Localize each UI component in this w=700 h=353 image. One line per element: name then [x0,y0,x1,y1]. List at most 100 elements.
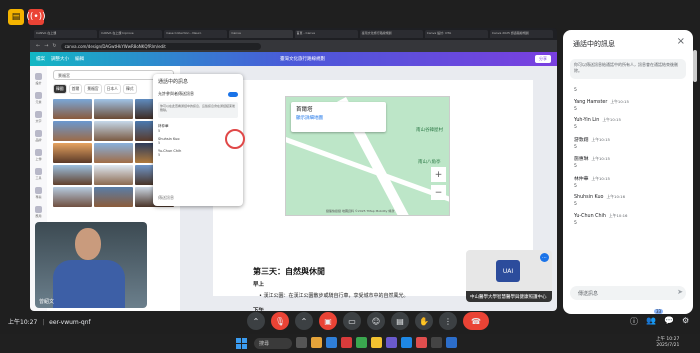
browser-tab[interactable]: CANVA 在上課 Inprove [99,30,163,38]
chat-input[interactable]: 傳送訊息 [570,286,686,300]
browser-tab[interactable]: Case Collection - Neuro [164,30,228,38]
chat-icon[interactable]: 💬 [664,316,674,327]
photo-thumbnail[interactable] [94,143,133,163]
explorer-icon[interactable] [311,337,322,348]
task-view-icon[interactable] [296,337,307,348]
captions-icon[interactable]: ▭ [343,312,361,330]
app-icon[interactable] [431,337,442,348]
photo-thumbnail[interactable] [53,165,92,185]
start-icon[interactable] [236,338,247,349]
sidebar-label: 應用 [35,214,42,218]
message-text: 5 [574,125,577,130]
upload-icon[interactable] [35,149,42,156]
browser-tab[interactable]: Canva [229,30,293,38]
taskbar-search[interactable]: 搜尋 [254,338,292,349]
camera-off-icon[interactable]: ▣ [319,312,337,330]
more-options-icon[interactable]: ⋮ [439,312,457,330]
url-field[interactable]: canva.com/design/DAGwtHkYWwR8oNKQfRlm/ed… [60,42,261,50]
tools-icon[interactable] [35,168,42,175]
message-time: 上午10:15 [591,156,610,161]
elements-icon[interactable] [35,92,42,99]
system-clock[interactable]: 上午 10:27 2025/7/21 [656,337,679,349]
chat-message: Yang Hamster 上午10:15 5 [574,99,686,112]
speaker-tile[interactable]: 曾紹文 [35,222,147,308]
menu-edit[interactable]: 編輯 [75,56,84,62]
word-icon[interactable] [401,337,412,348]
message-time: 上午10:16 [608,212,628,218]
sender-name: 游敦翔 [574,137,589,143]
photo-thumbnail[interactable] [53,99,92,119]
filter-chip[interactable]: 景福宮 [84,84,102,94]
apps-icon[interactable] [35,206,42,213]
filter-chip[interactable]: 首爾 [68,84,83,94]
allow-messages-toggle[interactable] [228,91,238,97]
people-icon[interactable]: 👥 [646,316,656,327]
browser-tab[interactable]: CANVA 在上課 [34,30,98,38]
document-icon[interactable]: ▤ [8,9,24,25]
taskbar: 搜尋 上午 10:27 2025/7/21 [0,334,700,353]
browser-tab[interactable]: Canva 2025 旅遊路線規劃 [489,30,553,38]
map-embed[interactable]: 首爾塔 顯示詳細地圖 南山谷韓屋村 南山八角亭 + − 鍵盤快捷鍵 地圖資料 ©… [285,96,450,216]
photo-thumbnail[interactable] [94,165,133,185]
photo-thumbnail[interactable] [53,143,92,163]
teams-icon[interactable] [386,337,397,348]
shared-chat-input[interactable]: 傳送訊息 [158,195,174,201]
menu-resize[interactable]: 調整大小 [51,56,69,62]
filter-chip[interactable]: 日本人 [103,84,121,94]
message-text: 5 [574,164,577,169]
mic-options-icon[interactable]: ⌃ [247,312,265,330]
camera-options-icon[interactable]: ⌃ [295,312,313,330]
reload-icon[interactable]: ↻ [52,43,56,49]
browser-tab[interactable]: 首頁 - Canva [294,30,358,38]
menu-file[interactable]: 檔案 [36,56,45,62]
design-icon[interactable] [35,73,42,80]
chat-message: Shuhsin Kuo 上午10:16 5 [574,194,686,207]
filter-chip[interactable]: 韓式 [122,84,137,94]
brand-icon[interactable] [35,130,42,137]
outlook-icon[interactable] [446,337,457,348]
chat-message: Yu-Chun Chih 上午10:16 5 [574,213,686,226]
photo-thumbnail[interactable] [94,187,133,207]
photo-thumbnail[interactable] [53,121,92,141]
text-icon[interactable] [35,111,42,118]
share-button[interactable]: 分享 [535,55,551,63]
broadcast-icon[interactable]: ((•)) [26,9,46,25]
line-icon[interactable] [356,337,367,348]
forward-icon[interactable]: → [44,43,48,49]
scrollbar[interactable] [693,50,697,82]
afternoon-label: 下午 [253,308,265,311]
send-icon[interactable]: ➤ [677,288,683,296]
meeting-time: 上午10:27 [8,319,38,326]
browser-tab[interactable]: Canva 設計: OTA [424,30,488,38]
chrome-icon[interactable] [371,337,382,348]
end-call-icon[interactable]: ☎ [463,312,489,330]
filter-chip[interactable]: 韓國 [53,84,67,94]
raise-hand-icon[interactable]: ✋ [415,312,433,330]
doc-title[interactable]: 臺灣文化旅行路線規劃 [280,56,325,62]
app-icon[interactable] [341,337,352,348]
mic-off-icon[interactable]: 🎙 [271,312,289,330]
activities-icon[interactable]: ⚙ [682,316,689,327]
back-icon[interactable]: ← [36,43,40,49]
emoji-icon[interactable]: ☺ [367,312,385,330]
zoom-in-button[interactable]: + [431,167,446,182]
message-text: 5 [574,202,577,207]
photo-thumbnail[interactable] [94,121,133,141]
edge-icon[interactable] [326,337,337,348]
zoom-out-button[interactable]: − [431,185,446,200]
browser-tab[interactable]: 臺灣文化旅行路線規劃 [359,30,423,38]
projects-icon[interactable] [35,187,42,194]
self-tile[interactable]: UAI ⋯ 中山醫學大學智慧醫學與健康照護中心 [466,250,552,302]
present-icon[interactable]: ▤ [391,312,409,330]
info-icon[interactable]: ⓘ [630,316,638,327]
photo-thumbnail[interactable] [53,187,92,207]
allow-messages-row: 允許參與者傳送訊息 [158,90,238,98]
message-text: 5 [574,220,577,226]
message-text: 5 [574,88,577,93]
map-detail-link[interactable]: 顯示詳細地圖 [296,115,381,121]
close-icon[interactable]: × [677,36,685,47]
app-icon[interactable] [416,337,427,348]
chat-message: 5 [158,153,161,157]
photo-thumbnail[interactable] [94,99,133,119]
shared-chat-note: 你可以在此查看通話中的訊息，這些訊息會在通話結束後刪除。 [158,102,238,118]
